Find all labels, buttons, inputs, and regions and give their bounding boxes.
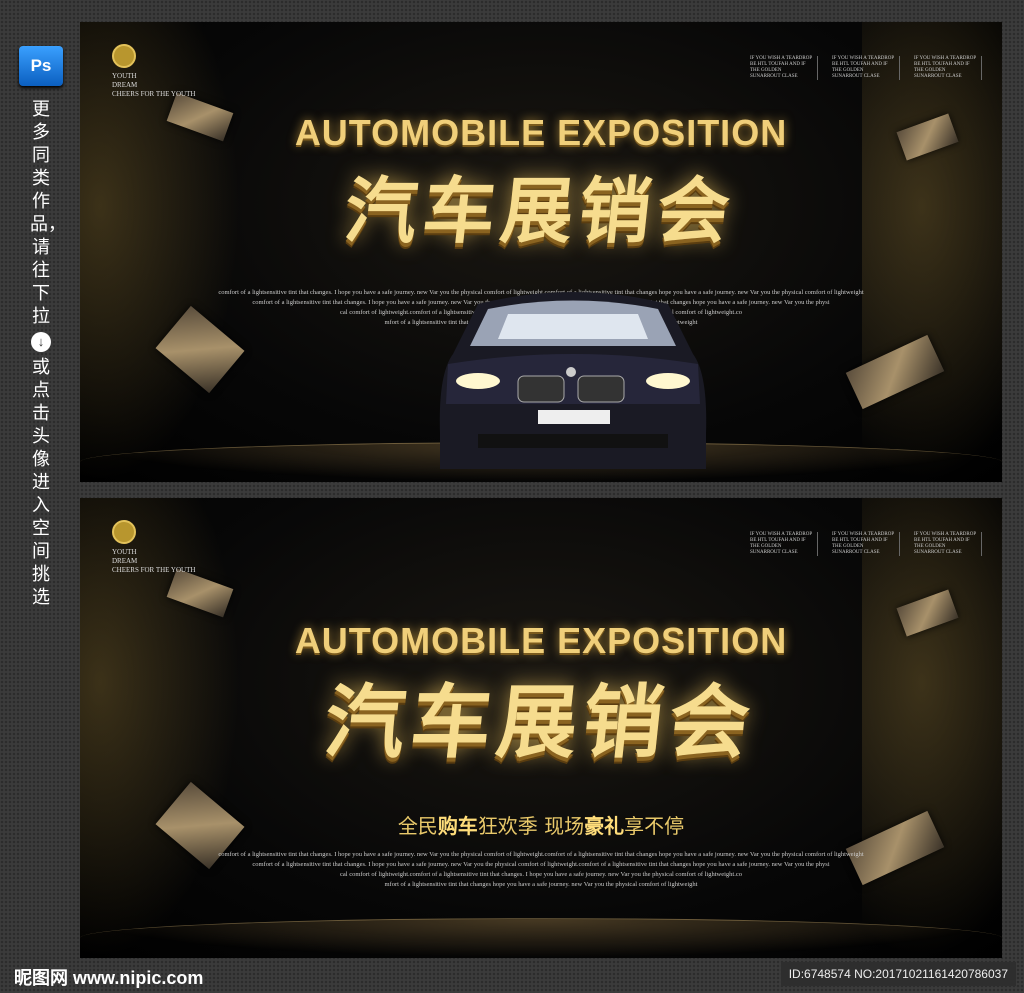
youth-tagline: YOUTH DREAM CHEERS FOR THE YOUTH (112, 72, 196, 98)
title-en: AUTOMOBILE EXPOSITION (294, 620, 788, 661)
corner-text: IF YOU WISH A TEARDROP BE HTL TOUFAH AND… (750, 56, 982, 80)
arrow-down-icon: ↓ (31, 332, 51, 352)
poster-with-car: YOUTH DREAM CHEERS FOR THE YOUTH IF YOU WI… (80, 22, 1002, 482)
body-text: comfort of a lightsensitive tint that ch… (218, 851, 864, 888)
car-image (439, 292, 707, 469)
subtitle: 全民购车狂欢季 现场豪礼享不停 (397, 814, 685, 838)
seal-logo (112, 520, 136, 544)
sidebar: Ps 更多同类作品，请往下拉 ↓ 或点击头像进入空间挑选 (14, 46, 68, 609)
stage-floor (80, 918, 1002, 958)
sidebar-text-bottom: 或点击头像进入空间挑选 (32, 357, 50, 608)
nipic-logo[interactable]: 昵图网 www.nipic.com (14, 964, 203, 990)
title-cn: 汽车展销会 (320, 676, 761, 769)
sidebar-text-top: 更多同类作品，请往下拉 (30, 99, 66, 327)
title-en: AUTOMOBILE EXPOSITION (294, 112, 788, 153)
youth-tagline: YOUTH DREAM CHEERS FOR THE YOUTH (112, 548, 196, 574)
seal-logo (112, 44, 136, 68)
corner-text: IF YOU WISH A TEARDROP BE HTL TOUFAH AND… (750, 532, 982, 556)
photoshop-icon: Ps (19, 46, 63, 86)
poster-text-version: YOUTH DREAM CHEERS FOR THE YOUTH IF YOU WI… (80, 498, 1002, 958)
title-cn: 汽车展销会 (340, 169, 740, 253)
image-id: ID:6748574 NO:20171021161420786037 (780, 962, 1016, 986)
